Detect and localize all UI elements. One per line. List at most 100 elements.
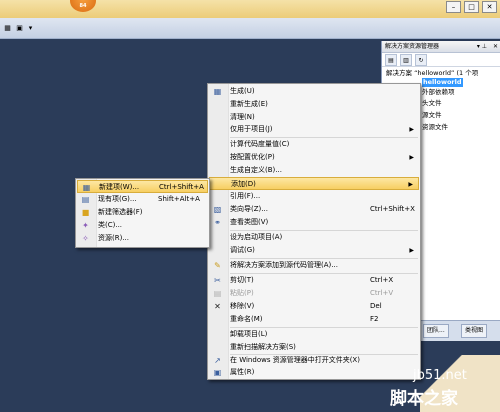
source-control-icon: ✎ [214,261,221,270]
tab-class-view[interactable]: 类视图 [461,324,488,338]
submenu-arrow-icon: ▶ [409,247,414,254]
solution-explorer-toolbar: ▤ ▥ ↻ [382,53,500,67]
submenu-arrow-icon: ▶ [409,154,414,161]
properties-icon: ▣ [213,368,222,377]
close-icon[interactable]: ✕ [493,41,498,52]
menu-item-class-wizard[interactable]: ▧ 类向导(Z)... Ctrl+Shift+X [209,203,419,216]
menu-item-cut[interactable]: ✂ 剪切(T) Ctrl+X [209,274,419,287]
menu-shortcut: Del [370,302,382,310]
solution-explorer-title: 解决方案资源管理器 ▾ ⊥ ✕ [382,41,500,53]
tree-item-resources[interactable]: 资源文件 [422,123,448,132]
new-filter-icon: ■ [81,208,90,217]
menu-item-new-item[interactable]: ▦ 新建项(W)... Ctrl+Shift+A [77,180,208,193]
menu-item-properties[interactable]: ▣ 属性(R) [209,366,419,379]
menu-shortcut: Ctrl+Shift+X [370,205,415,213]
pin-icon[interactable]: ▾ ⊥ [477,41,487,52]
menu-item-code-metrics[interactable]: 计算代码度量值(C) [209,138,419,151]
menu-label: 按配置优化(P) [230,153,275,161]
menu-item-existing-item[interactable]: ▤ 现有项(G)... Shift+Alt+A [77,193,208,206]
menu-shortcut: Ctrl+X [370,276,394,284]
menu-label: 移除(V) [230,302,255,310]
menu-label: 查看类图(V) [230,218,269,226]
menu-label: 生成(U) [230,87,255,95]
refresh-icon[interactable]: ↻ [415,54,427,66]
build-icon: ▦ [213,87,222,96]
menu-item-rescan-solution[interactable]: 重新扫描解决方案(S) [209,341,419,354]
menu-item-rename[interactable]: 重命名(M) F2 [209,313,419,326]
add-submenu: ▦ 新建项(W)... Ctrl+Shift+A ▤ 现有项(G)... Shift+A… [75,178,210,248]
submenu-arrow-icon: ▶ [409,126,414,133]
tree-item-headers[interactable]: 头文件 [422,99,442,108]
show-all-files-icon[interactable]: ▥ [400,54,412,66]
watermark-site: jb51.net [413,368,467,383]
cut-icon: ✂ [214,276,221,285]
menu-item-new-filter[interactable]: ■ 新建筛选器(F) [77,206,208,219]
new-item-icon: ▦ [82,183,91,192]
dropdown-arrow-icon[interactable]: ▾ [25,22,36,33]
menu-label: 重新扫描解决方案(S) [230,343,296,351]
menu-shortcut: Shift+Alt+A [158,195,200,203]
remove-icon: ✕ [214,302,221,311]
menu-item-paste[interactable]: ▤ 粘贴(P) Ctrl+V [209,287,419,300]
menu-item-rebuild[interactable]: 重新生成(E) [209,98,419,111]
window-icon[interactable]: ▣ [14,22,25,33]
menu-label: 仅用于项目(J) [230,125,273,133]
tree-item-project[interactable]: helloworld [422,78,463,87]
menu-item-resource[interactable]: ✧ 资源(R)... [77,232,208,245]
project-context-menu: ▦ 生成(U) 重新生成(E) 清理(N) 仅用于项目(J) ▶ 计算代码度量值(C… [207,83,421,380]
toolbar: ▦ ▣ ▾ [0,18,500,39]
menu-item-build-customizations[interactable]: 生成自定义(B)... [209,164,419,177]
open-folder-icon: ↗ [214,356,221,365]
menu-label: 重新生成(E) [230,100,268,108]
menu-item-debug[interactable]: 调试(G) ▶ [209,244,419,257]
menu-label: 引用(F)... [230,192,261,200]
class-icon: ✦ [82,221,89,230]
existing-item-icon: ▤ [81,195,90,204]
app-orb[interactable]: 84 [70,0,96,12]
orb-badge: 84 [79,3,87,9]
menu-label: 卸载项目(L) [230,330,268,338]
menu-label: 属性(R) [230,368,255,376]
watermark-name: 脚本之家 [390,389,458,409]
menu-label: 生成自定义(B)... [230,166,282,174]
menu-label: 重命名(M) [230,315,263,323]
menu-label: 设为启动项目(A) [230,233,283,241]
tree-item-solution[interactable]: 解决方案 “helloworld” (1 个项 [386,69,478,78]
close-button[interactable]: ✕ [482,1,497,13]
menu-label: 计算代码度量值(C) [230,140,290,148]
panel-title: 解决方案资源管理器 [385,43,440,50]
menu-label: 类(C)... [98,221,123,229]
window-controls: – □ ✕ [446,1,497,13]
menu-item-add[interactable]: 添加(D) ▶ [209,177,419,190]
menu-item-remove[interactable]: ✕ 移除(V) Del [209,300,419,313]
maximize-button[interactable]: □ [464,1,479,13]
class-diagram-icon: ⚭ [214,218,221,227]
grid-icon[interactable]: ▦ [2,22,13,33]
class-wizard-icon: ▧ [213,205,222,214]
menu-item-add-source-control[interactable]: ✎ 将解决方案添加到源代码管理(A)... [209,259,419,272]
menu-item-pgo[interactable]: 按配置优化(P) ▶ [209,151,419,164]
menu-shortcut: F2 [370,315,379,323]
resource-icon: ✧ [82,234,89,243]
menu-item-build[interactable]: ▦ 生成(U) [209,85,419,98]
menu-item-set-startup[interactable]: 设为启动项目(A) [209,231,419,244]
menu-label: 粘贴(P) [230,289,254,297]
menu-item-unload-project[interactable]: 卸载项目(L) [209,328,419,341]
menu-label: 现有项(G)... [98,195,137,203]
minimize-button[interactable]: – [446,1,461,13]
properties-icon[interactable]: ▤ [385,54,397,66]
menu-label: 类向导(Z)... [230,205,268,213]
menu-item-class-diagram[interactable]: ⚭ 查看类图(V) [209,216,419,229]
menu-label: 将解决方案添加到源代码管理(A)... [230,261,338,269]
menu-item-project-only[interactable]: 仅用于项目(J) ▶ [209,123,419,136]
paste-icon: ▤ [213,289,222,298]
tree-item-sources[interactable]: 源文件 [422,111,442,120]
tree-item-external-deps[interactable]: 外部依赖项 [422,88,455,97]
menu-label: 资源(R)... [98,234,130,242]
menu-item-class[interactable]: ✦ 类(C)... [77,219,208,232]
menu-item-references[interactable]: 引用(F)... [209,190,419,203]
menu-shortcut: Ctrl+V [370,289,394,297]
menu-label: 新建筛选器(F) [98,208,143,216]
menu-label: 剪切(T) [230,276,254,284]
tab-team[interactable]: 团队... [423,324,449,338]
